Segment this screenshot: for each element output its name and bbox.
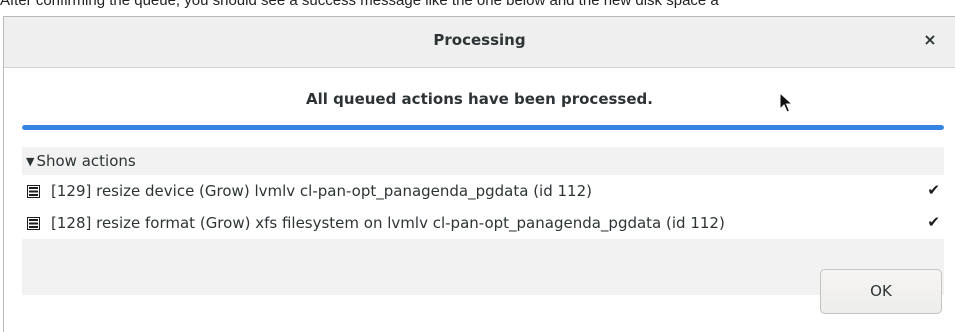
actions-panel: ▼ Show actions [129] resize device (Grow)… (22, 147, 944, 295)
progress-bar (22, 125, 944, 130)
mouse-pointer-icon (779, 91, 794, 118)
action-description: [129] resize device (Grow) lvmlv cl-pan-… (51, 182, 592, 200)
action-queue-icon (27, 184, 40, 198)
expander-arrow-icon: ▼ (26, 155, 35, 168)
show-actions-expander[interactable]: ▼ Show actions (26, 152, 136, 170)
action-list: [129] resize device (Grow) lvmlv cl-pan-… (22, 175, 944, 239)
expander-label: Show actions (36, 152, 136, 170)
checkmark-icon: ✔ (927, 213, 940, 231)
dialog-titlebar: Processing × (4, 17, 955, 68)
processing-dialog: Processing × All queued actions have bee… (3, 16, 955, 332)
action-row: [129] resize device (Grow) lvmlv cl-pan-… (22, 175, 944, 207)
close-button[interactable]: × (919, 27, 941, 53)
close-icon: × (923, 30, 937, 49)
action-queue-icon (27, 216, 40, 230)
checkmark-icon: ✔ (927, 181, 940, 199)
action-row: [128] resize format (Grow) xfs filesyste… (22, 207, 944, 239)
ok-button[interactable]: OK (820, 269, 942, 314)
dialog-title: Processing (433, 31, 526, 49)
progress-bar-fill (22, 125, 944, 130)
background-document-text: After confirming the queue, you should s… (0, 0, 719, 9)
status-message: All queued actions have been processed. (306, 90, 653, 108)
action-description: [128] resize format (Grow) xfs filesyste… (51, 214, 725, 232)
